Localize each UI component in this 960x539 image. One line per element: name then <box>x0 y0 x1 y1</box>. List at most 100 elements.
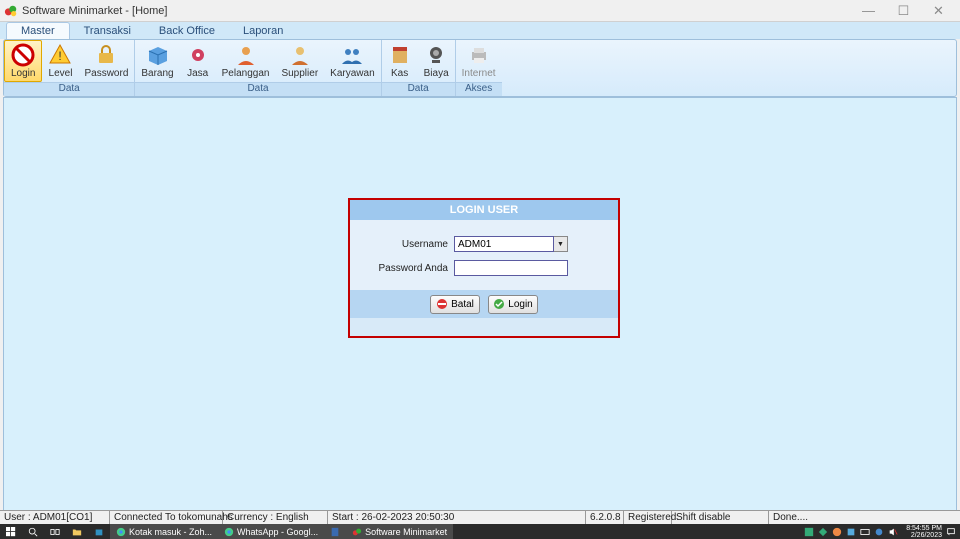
ribbon-group-data2: Barang Jasa Pelanggan Supplier Karyawan … <box>135 40 380 96</box>
titlebar: Software Minimarket - [Home] — ☐ ✕ <box>0 0 960 22</box>
start-button[interactable] <box>0 524 22 539</box>
tray-icon-4[interactable] <box>846 527 856 537</box>
ribbon-pelanggan[interactable]: Pelanggan <box>216 40 276 82</box>
login-button-label: Login <box>508 299 532 310</box>
tab-laporan[interactable]: Laporan <box>229 23 297 39</box>
no-entry-icon <box>11 43 35 67</box>
taskbar-app[interactable]: Software Minimarket <box>346 524 453 539</box>
taskview-button[interactable] <box>44 524 66 539</box>
taskbar-chrome1[interactable]: Kotak masuk - Zoh... <box>110 524 218 539</box>
ribbon-barang-label: Barang <box>141 68 173 79</box>
ribbon-karyawan-label: Karyawan <box>330 68 374 79</box>
ribbon-kas[interactable]: Kas <box>382 40 418 82</box>
ribbon-biaya-label: Biaya <box>424 68 449 79</box>
app-icon <box>4 4 18 18</box>
status-start: Start : 26-02-2023 20:50:30 <box>328 511 586 524</box>
search-button[interactable] <box>22 524 44 539</box>
store-icon <box>94 527 104 537</box>
windows-taskbar: Kotak masuk - Zoh... WhatsApp - Googl...… <box>0 524 960 539</box>
window-title: Software Minimarket - [Home] <box>22 5 851 17</box>
username-input[interactable] <box>454 236 554 252</box>
chrome-icon <box>224 527 234 537</box>
printer-icon <box>467 43 491 67</box>
password-label: Password Anda <box>362 263 454 274</box>
login-dialog: LOGIN USER Username ▼ Password Anda Bata… <box>348 198 620 338</box>
tab-backoffice[interactable]: Back Office <box>145 23 229 39</box>
warning-icon: ! <box>48 43 72 67</box>
minimize-button[interactable]: — <box>851 1 886 21</box>
cancel-button-label: Batal <box>451 299 474 310</box>
ribbon-level-label: Level <box>49 68 73 79</box>
close-button[interactable]: ✕ <box>921 1 956 21</box>
ribbon-internet-label: Internet <box>462 68 496 79</box>
tab-master[interactable]: Master <box>6 22 70 39</box>
ribbon-biaya[interactable]: Biaya <box>418 40 455 82</box>
ribbon-karyawan[interactable]: Karyawan <box>324 40 380 82</box>
status-shift: Shift disable <box>672 511 769 524</box>
taskbar-app-label: Software Minimarket <box>365 527 447 537</box>
book-icon <box>388 43 412 67</box>
store-button[interactable] <box>88 524 110 539</box>
calc-icon <box>330 527 340 537</box>
ribbon-jasa[interactable]: Jasa <box>180 40 216 82</box>
ok-icon <box>493 298 505 310</box>
clock-time: 8:54:55 PM <box>906 525 942 532</box>
username-combo[interactable]: ▼ <box>454 236 568 252</box>
tab-transaksi[interactable]: Transaksi <box>70 23 145 39</box>
svg-text:!: ! <box>59 49 62 63</box>
tray-icon-3[interactable] <box>832 527 842 537</box>
cancel-button[interactable]: Batal <box>430 295 480 314</box>
ribbon-supplier[interactable]: Supplier <box>275 40 324 82</box>
system-tray: 8:54:55 PM 2/26/2023 <box>804 525 960 539</box>
chevron-down-icon[interactable]: ▼ <box>554 236 568 252</box>
status-bar: User : ADM01[CO1] Connected To tokomunah… <box>0 510 960 524</box>
taskbar-clock[interactable]: 8:54:55 PM 2/26/2023 <box>902 525 942 539</box>
tray-icon-5[interactable] <box>860 527 870 537</box>
chrome-icon <box>116 527 126 537</box>
cancel-icon <box>436 298 448 310</box>
folder-icon <box>72 527 82 537</box>
lock-icon <box>94 43 118 67</box>
ribbon-pelanggan-label: Pelanggan <box>222 68 270 79</box>
tray-volume-icon[interactable] <box>888 527 898 537</box>
taskbar-chrome2[interactable]: WhatsApp - Googl... <box>218 524 324 539</box>
tray-icon-2[interactable] <box>818 527 828 537</box>
taskbar-calc[interactable] <box>324 524 346 539</box>
ribbon-login-label: Login <box>11 68 35 79</box>
login-dialog-footer: Batal Login <box>350 290 618 318</box>
tray-icon-1[interactable] <box>804 527 814 537</box>
ribbon-level[interactable]: ! Level <box>42 40 78 82</box>
maximize-button[interactable]: ☐ <box>886 1 921 21</box>
group-label-3: Akses <box>456 82 502 96</box>
login-dialog-body: Username ▼ Password Anda <box>350 220 618 290</box>
ribbon-password[interactable]: Password <box>78 40 134 82</box>
ribbon-group-data1: Login ! Level Password Data <box>4 40 134 96</box>
search-icon <box>28 527 38 537</box>
notification-icon[interactable] <box>946 527 956 537</box>
explorer-button[interactable] <box>66 524 88 539</box>
group-label-1: Data <box>135 82 380 96</box>
ribbon-supplier-label: Supplier <box>281 68 318 79</box>
clock-date: 2/26/2023 <box>906 532 942 539</box>
ribbon-login[interactable]: Login <box>4 40 42 82</box>
app-icon <box>352 527 362 537</box>
taskbar-chrome1-label: Kotak masuk - Zoh... <box>129 527 212 537</box>
login-button[interactable]: Login <box>488 295 538 314</box>
ribbon: Login ! Level Password Data Barang Jasa <box>3 39 957 97</box>
ribbon-group-data3: Kas Biaya Data <box>382 40 455 96</box>
status-registered: Registered. <box>624 511 672 524</box>
webcam-icon <box>424 43 448 67</box>
username-label: Username <box>362 239 454 250</box>
ribbon-password-label: Password <box>84 68 128 79</box>
login-dialog-title: LOGIN USER <box>350 200 618 220</box>
ribbon-group-akses: Internet Akses <box>456 40 502 96</box>
tray-icon-6[interactable] <box>874 527 884 537</box>
group-label-0: Data <box>4 82 134 96</box>
work-area: LOGIN USER Username ▼ Password Anda Bata… <box>3 97 957 512</box>
windows-icon <box>6 527 16 537</box>
password-input[interactable] <box>454 260 568 276</box>
ribbon-internet[interactable]: Internet <box>456 40 502 82</box>
group-label-2: Data <box>382 82 455 96</box>
ribbon-barang[interactable]: Barang <box>135 40 179 82</box>
gear-icon <box>186 43 210 67</box>
